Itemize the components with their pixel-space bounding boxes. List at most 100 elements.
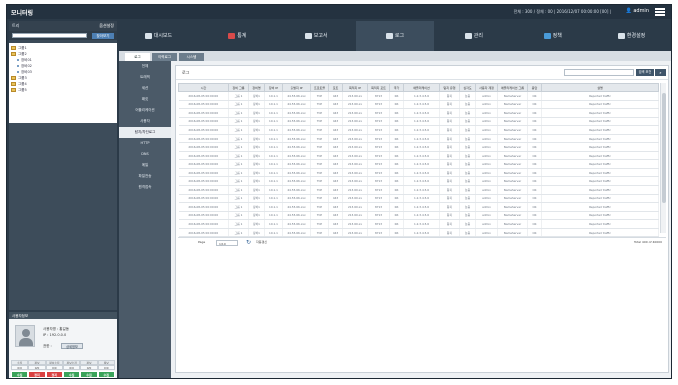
content-title: 로그: [182, 70, 190, 75]
table-row[interactable]: 2016-08-05 00:00:00 그룹 1 장비1 10.1.1 44.55.66…: [178, 134, 659, 144]
side-menu-item[interactable]: 전체: [119, 61, 171, 72]
sub-tab[interactable]: 이력로그: [152, 53, 177, 61]
column-header[interactable]: 탐지 유형: [439, 83, 460, 92]
sub-tab[interactable]: 시스템: [179, 53, 204, 61]
table-cell: 높음: [459, 219, 476, 229]
table-row[interactable]: 2016-08-05 00:00:00 그룹 1 장비1 10.1.1 44.55.66…: [178, 219, 659, 229]
table-cell: 44.55.66.xxx: [282, 151, 311, 161]
menu-icon[interactable]: [655, 8, 665, 16]
table-row[interactable]: 2016-08-05 00:00:00 그룹 1 장비1 10.1.1 44.55.66…: [178, 151, 659, 161]
table-row[interactable]: 2016-08-05 00:00:00 그룹 1 장비1 10.1.1 44.55.66…: [178, 108, 659, 118]
table-cell: 44.55.66.xxx: [282, 142, 311, 152]
table-row[interactable]: 2016-08-05 00:00:00 그룹 1 장비1 10.1.1 44.55.66…: [178, 159, 659, 169]
table-row[interactable]: 2016-08-05 00:00:00 그룹 1 장비1 10.1.1 44.55.66…: [178, 100, 659, 110]
table-cell: OK: [527, 117, 542, 127]
left-panel: 트리 옵션설정 찾아보기 그룹1 그룹2 장비01 장비02 장비03 그룹3 그룹4 그룹5…: [9, 21, 117, 378]
column-header[interactable]: 출발지 IP: [282, 83, 311, 92]
status-toggle-button[interactable]: 정지: [45, 371, 63, 378]
table-row[interactable]: 2016-08-05 00:00:00 그룹 1 장비1 10.1.1 44.55.66…: [178, 125, 659, 135]
status-toggle-button[interactable]: 수집: [11, 371, 29, 378]
user-account-link[interactable]: 👤 admin: [626, 8, 650, 14]
content-search-input[interactable]: [564, 69, 634, 76]
side-menu-item[interactable]: 원격접속: [119, 182, 171, 193]
table-cell: NameServer: [497, 108, 528, 118]
table-row[interactable]: 2016-08-05 00:00:00 그룹 1 장비1 10.1.1 44.55.66…: [178, 142, 659, 152]
nav-item-report[interactable]: 보고서: [277, 21, 356, 51]
search-condition-button[interactable]: 검색 조건: [636, 69, 654, 76]
table-row[interactable]: 2016-08-05 00:00:00 그룹 1 장비1 10.1.1 44.55.66…: [178, 211, 659, 221]
table-row[interactable]: 2016-08-05 00:00:00 그룹 1 장비1 10.1.1 44.55.66…: [178, 168, 659, 178]
table-row[interactable]: 2016-08-05 00:00:00 그룹 1 장비1 10.1.1 44.55.66…: [178, 185, 659, 195]
table-cell: admin: [475, 91, 498, 101]
column-header[interactable]: 애플리케이션: [403, 83, 440, 92]
column-header[interactable]: 시간: [178, 83, 229, 92]
search-icon[interactable]: ⌕: [655, 69, 666, 76]
scrollbar-thumb[interactable]: [662, 93, 666, 203]
user-detail-button[interactable]: 상세정보: [61, 343, 83, 349]
table-row[interactable]: 2016-08-05 00:00:00 그룹 1 장비1 10.1.1 44.55.66…: [178, 228, 659, 238]
table-cell: Reported traffic: [541, 91, 659, 101]
side-menu-item[interactable]: HTTP: [119, 138, 171, 149]
status-toggle-button[interactable]: 수집: [97, 371, 115, 378]
page-input[interactable]: 1/10: [216, 239, 238, 246]
tree-header: 트리 옵션설정: [9, 21, 117, 31]
table-cell: 213.60.xx: [342, 151, 368, 161]
tree-option-button[interactable]: 옵션설정: [99, 23, 114, 29]
nav-item-log[interactable]: 로그: [355, 21, 435, 51]
table-row[interactable]: 2016-08-05 00:00:00 그룹 1 장비1 10.1.1 44.55.66…: [178, 117, 659, 127]
table-cell: 443: [328, 185, 343, 195]
table-cell: 1.2.3.4.5.6: [403, 219, 440, 229]
nav-item-chart[interactable]: 통계: [198, 21, 277, 51]
table-cell: 10.1.1: [264, 194, 283, 204]
side-menu-item[interactable]: 패킷: [119, 94, 171, 105]
tree-search-button[interactable]: 찾아보기: [92, 32, 114, 39]
nav-item-settings[interactable]: 환경설정: [592, 21, 671, 51]
column-header[interactable]: 설명: [541, 83, 659, 92]
column-header[interactable]: 응답: [527, 83, 542, 92]
table-row[interactable]: 2016-08-05 00:00:00 그룹 1 장비1 10.1.1 44.55.66…: [178, 202, 659, 212]
side-menu-item[interactable]: 사용자: [119, 116, 171, 127]
column-header[interactable]: 장비 IP: [264, 83, 283, 92]
side-menu-item[interactable]: 어플리케이션: [119, 105, 171, 116]
refresh-icon[interactable]: ↻: [246, 239, 253, 246]
status-toggle-button[interactable]: 정지: [28, 371, 46, 378]
status-toggle-button[interactable]: 수집: [80, 371, 98, 378]
sub-tab[interactable]: 로그: [125, 53, 150, 61]
table-cell: Reported traffic: [541, 211, 659, 221]
side-menu-item[interactable]: 트래픽: [119, 72, 171, 83]
tree-search-input[interactable]: [12, 33, 87, 38]
table-scrollbar[interactable]: [660, 83, 666, 233]
table-row[interactable]: 2016-08-05 00:00:00 그룹 1 장비1 10.1.1 44.55.66…: [178, 176, 659, 186]
side-menu-item[interactable]: 세션: [119, 83, 171, 94]
side-menu-item[interactable]: 탐지/차단로그: [119, 127, 171, 138]
log-icon: [385, 32, 393, 39]
folder-icon: [11, 76, 16, 80]
column-header[interactable]: 목적지 IP: [342, 83, 368, 92]
column-header[interactable]: 사용자 계정: [475, 83, 498, 92]
table-cell: 2016-08-05 00:00:00: [178, 219, 229, 229]
side-menu-item[interactable]: 메일: [119, 160, 171, 171]
status-toggle-button[interactable]: 수집: [62, 371, 81, 378]
column-header[interactable]: 국가: [389, 83, 404, 92]
column-header[interactable]: 프로토콜: [310, 83, 329, 92]
nav-item-policy[interactable]: 정책: [513, 21, 592, 51]
table-cell: 그룹 1: [228, 117, 249, 127]
column-header[interactable]: 애플리케이션 그룹: [497, 83, 528, 92]
table-cell: 2016-08-05 00:00:00: [178, 151, 229, 161]
column-header[interactable]: 포트: [328, 83, 343, 92]
table-row[interactable]: 2016-08-05 00:00:00 그룹 1 장비1 10.1.1 44.55.66…: [178, 194, 659, 204]
column-header[interactable]: 장비명: [248, 83, 265, 92]
column-header[interactable]: 장비 그룹: [228, 83, 249, 92]
table-cell: admin: [475, 134, 498, 144]
nav-item-admin[interactable]: 관리: [434, 21, 513, 51]
side-menu-item[interactable]: DNS: [119, 149, 171, 160]
table-cell: 8713: [367, 125, 390, 135]
tree-node[interactable]: 그룹5: [11, 87, 115, 93]
nav-item-dashboard[interactable]: 대시보드: [119, 21, 198, 51]
column-header[interactable]: 목적지 포트: [367, 83, 390, 92]
table-row[interactable]: 2016-08-05 00:00:00 그룹 1 장비1 10.1.1 44.55.66…: [178, 91, 659, 101]
column-header[interactable]: 심각도: [459, 83, 476, 92]
table-header-row: 시간 장비 그룹 장비명 장비 IP 출발지 IP 프로토콜 포트 목적지 IP 목적지 포트 국…: [178, 83, 659, 92]
side-menu-item[interactable]: 파일전송: [119, 171, 171, 182]
table-cell: 탐지: [439, 125, 460, 135]
